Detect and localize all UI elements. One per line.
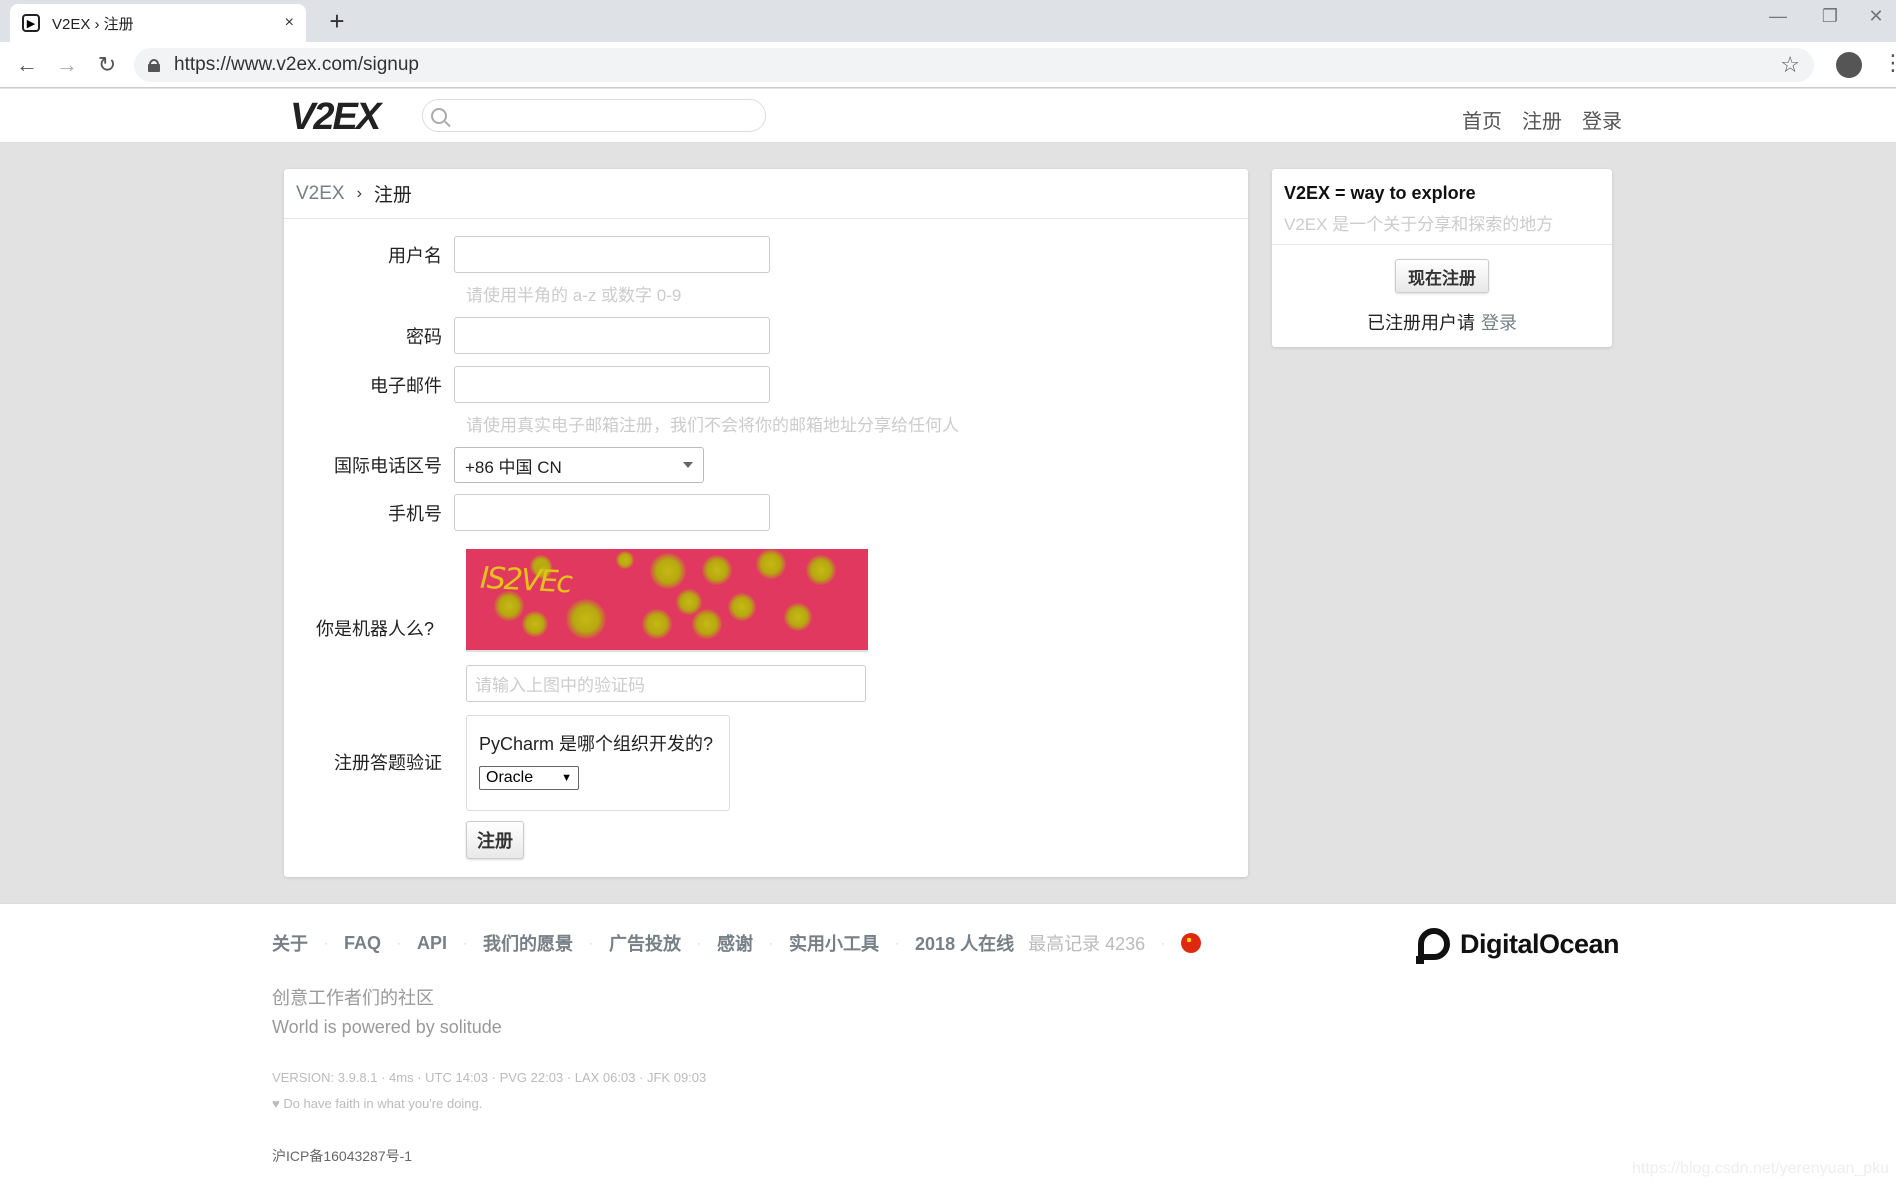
- china-flag-icon[interactable]: [1181, 933, 1202, 953]
- bookmark-star-icon[interactable]: ☆: [1780, 52, 1800, 78]
- username-label: 用户名: [388, 245, 442, 266]
- sidebar-login-link[interactable]: 登录: [1481, 313, 1517, 333]
- quiz-question: PyCharm 是哪个组织开发的?: [479, 734, 714, 754]
- phone-field[interactable]: [454, 494, 770, 531]
- captcha-input[interactable]: 请输入上图中的验证码: [466, 665, 866, 702]
- footer-faith: ♥ Do have faith in what you're doing.: [272, 1096, 483, 1111]
- footer-link-mission[interactable]: 我们的愿景: [483, 930, 573, 956]
- password-label: 密码: [406, 326, 442, 347]
- sidebar-subtitle: V2EX 是一个关于分享和探索的地方: [1284, 215, 1554, 234]
- footer-links: 关于 · FAQ · API · 我们的愿景 · 广告投放 · 感谢 · 实用小…: [272, 930, 1202, 956]
- restore-icon[interactable]: ❐: [1810, 6, 1850, 27]
- watermark: https://blog.csdn.net/yerenyuan_pku: [1632, 1160, 1890, 1177]
- tab-title: V2EX › 注册: [52, 15, 134, 33]
- footer-link-thanks[interactable]: 感谢: [717, 930, 753, 956]
- top-nav: 首页 注册 登录: [1462, 105, 1622, 134]
- username-hint: 请使用半角的 a-z 或数字 0-9: [466, 286, 682, 305]
- captcha-text: IS2VEc: [479, 560, 572, 601]
- dropdown-arrow-icon: ▼: [561, 772, 572, 784]
- search-box[interactable]: [422, 99, 766, 132]
- v2ex-logo[interactable]: V2EX: [290, 96, 381, 139]
- search-icon: [431, 107, 447, 124]
- username-row: 用户名: [284, 236, 770, 273]
- chevron-down-icon: [683, 462, 693, 468]
- sidebar-box: V2EX = way to explore V2EX 是一个关于分享和探索的地方…: [1272, 169, 1612, 347]
- quiz-label: 注册答题验证: [334, 753, 442, 773]
- signup-now-button[interactable]: 现在注册: [1395, 259, 1489, 293]
- email-hint: 请使用真实电子邮箱注册，我们不会将你的邮箱地址分享给任何人: [466, 416, 959, 435]
- email-field[interactable]: [454, 366, 770, 403]
- sidebar-header: V2EX = way to explore V2EX 是一个关于分享和探索的地方: [1272, 169, 1612, 245]
- digitalocean-logo[interactable]: DigitalOcean: [1416, 928, 1620, 964]
- nav-home[interactable]: 首页: [1462, 105, 1502, 134]
- v2ex-favicon-icon: ▶: [22, 14, 40, 32]
- email-row: 电子邮件: [284, 366, 770, 403]
- footer-icp[interactable]: 沪ICP备16043287号-1: [272, 1146, 412, 1166]
- back-arrow-icon[interactable]: ←: [12, 50, 42, 80]
- online-record: 最高记录 4236: [1028, 934, 1146, 954]
- footer-link-tools[interactable]: 实用小工具: [789, 930, 879, 956]
- quiz-answer-value: Oracle: [486, 769, 534, 786]
- browser-toolbar: ← → ↻ https://www.v2ex.com/signup ☆ ⋮: [0, 42, 1896, 88]
- menu-kebab-icon[interactable]: ⋮: [1882, 50, 1896, 76]
- nav-login[interactable]: 登录: [1582, 105, 1622, 134]
- phone-label: 手机号: [388, 503, 442, 524]
- email-label: 电子邮件: [370, 375, 442, 396]
- footer-version: VERSION: 3.9.8.1 · 4ms · UTC 14:03 · PVG…: [272, 1070, 707, 1085]
- new-tab-button[interactable]: +: [322, 6, 352, 37]
- footer: 关于 · FAQ · API · 我们的愿景 · 广告投放 · 感谢 · 实用小…: [0, 903, 1896, 1188]
- robot-label: 你是机器人么?: [315, 619, 434, 639]
- robot-row: 你是机器人么?: [284, 615, 454, 641]
- lock-icon: [148, 59, 160, 72]
- sidebar-title: V2EX = way to explore: [1284, 183, 1476, 203]
- footer-slogan: 创意工作者们的社区: [272, 988, 434, 1008]
- search-input[interactable]: [455, 107, 765, 124]
- browser-tab-bar: ▶ V2EX › 注册 × + — ❐ ✕: [0, 0, 1896, 42]
- login-prompt: 已注册用户请: [1367, 313, 1475, 333]
- close-window-icon[interactable]: ✕: [1856, 6, 1896, 27]
- minimize-icon[interactable]: —: [1758, 6, 1798, 27]
- password-row: 密码: [284, 317, 770, 354]
- country-code-label: 国际电话区号: [334, 456, 442, 476]
- profile-avatar-icon[interactable]: [1836, 52, 1862, 78]
- signup-box: V2EX › 注册 用户名 请使用半角的 a-z 或数字 0-9 密码 电子邮件…: [284, 169, 1248, 877]
- url-text[interactable]: https://www.v2ex.com/signup: [174, 54, 1780, 76]
- breadcrumb-separator: ›: [356, 184, 362, 202]
- country-code-row: 国际电话区号 +86 中国 CN: [284, 447, 704, 483]
- sponsor-name: DigitalOcean: [1460, 928, 1620, 959]
- sidebar-login-line: 已注册用户请 登录: [1272, 309, 1612, 335]
- nav-signup[interactable]: 注册: [1522, 105, 1562, 134]
- country-code-select[interactable]: +86 中国 CN: [454, 447, 704, 483]
- browser-tab[interactable]: ▶ V2EX › 注册 ×: [10, 4, 306, 42]
- submit-signup-button[interactable]: 注册: [466, 821, 524, 859]
- footer-powered: World is powered by solitude: [272, 1017, 502, 1037]
- quiz-answer-select[interactable]: Oracle ▼: [479, 766, 579, 790]
- footer-link-advertise[interactable]: 广告投放: [609, 930, 681, 956]
- footer-link-about[interactable]: 关于: [272, 930, 308, 956]
- site-header: V2EX 首页 注册 登录: [0, 89, 1896, 143]
- online-count: 2018 人在线: [915, 934, 1015, 954]
- tab-close-icon[interactable]: ×: [285, 14, 294, 32]
- username-field[interactable]: [454, 236, 770, 273]
- quiz-box: PyCharm 是哪个组织开发的? Oracle ▼: [466, 715, 730, 811]
- reload-icon[interactable]: ↻: [92, 50, 122, 80]
- password-field[interactable]: [454, 317, 770, 354]
- captcha-image[interactable]: IS2VEc: [466, 549, 868, 652]
- breadcrumb: V2EX › 注册: [284, 169, 1248, 219]
- footer-link-faq[interactable]: FAQ: [344, 933, 381, 954]
- breadcrumb-current: 注册: [373, 185, 412, 206]
- footer-link-api[interactable]: API: [417, 933, 447, 954]
- phone-row: 手机号: [284, 494, 770, 531]
- country-code-value: +86 中国 CN: [465, 457, 562, 477]
- quiz-row: 注册答题验证: [284, 749, 454, 775]
- address-bar[interactable]: https://www.v2ex.com/signup ☆: [134, 48, 1814, 82]
- breadcrumb-home[interactable]: V2EX: [296, 183, 345, 205]
- forward-arrow-icon[interactable]: →: [52, 50, 82, 80]
- digitalocean-icon: [1416, 928, 1450, 964]
